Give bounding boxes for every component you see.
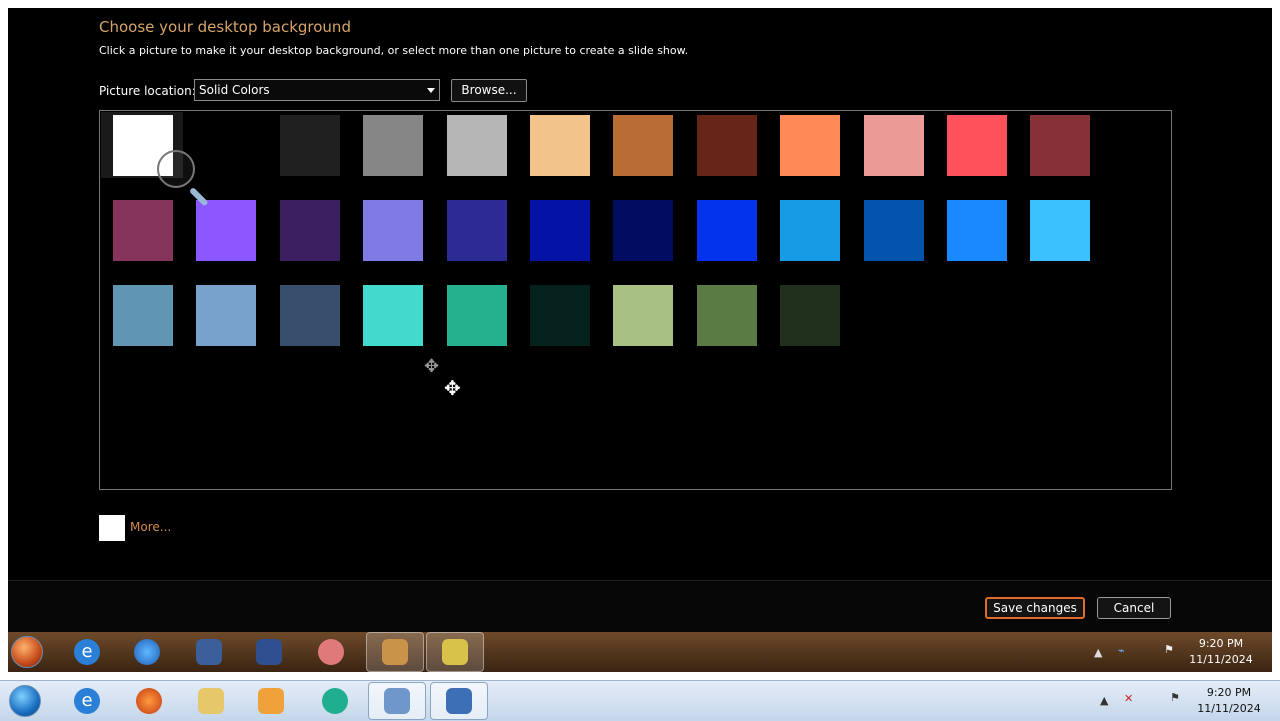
browser-icon[interactable] [130,635,164,669]
clock-date: 11/11/2024 [1189,653,1253,666]
start-orb-icon[interactable] [10,635,44,669]
network-icon[interactable]: ⌁ [1118,644,1125,657]
color-gallery [99,110,1172,490]
color-swatch[interactable] [113,200,173,261]
desktop-background-panel: Choose your desktop background Click a p… [8,8,1272,580]
display-settings-icon[interactable] [426,632,484,672]
more-color-swatch[interactable] [99,515,125,541]
cancel-button[interactable]: Cancel [1097,597,1171,619]
color-swatch[interactable] [279,200,340,261]
color-swatch[interactable] [363,200,424,261]
host-taskbar: e ▲ ✕ ⚑ 9:20 PM 11/11/2024 [0,680,1280,721]
picture-location-label: Picture location: [99,84,196,98]
move-cursor-icon: ✥ [424,356,440,377]
color-swatch[interactable] [613,115,674,176]
color-swatch[interactable] [696,200,757,261]
color-swatch[interactable] [780,285,841,346]
color-swatch[interactable] [780,115,841,176]
chat-icon[interactable] [318,684,352,718]
clock-time: 9:20 PM [1206,686,1252,699]
color-swatch[interactable] [613,285,674,346]
volume-muted-icon[interactable]: ✕ [1124,692,1133,705]
color-swatch[interactable] [696,285,757,346]
color-swatch[interactable] [530,285,590,346]
clock-time: 9:20 PM [1198,637,1244,650]
browser-icon[interactable] [132,684,166,718]
show-hidden-icons-icon[interactable]: ▲ [1100,694,1108,707]
color-swatch[interactable] [530,115,590,176]
remote-clock[interactable]: 9:20 PM 11/11/2024 [1184,636,1258,668]
start-orb-icon[interactable] [8,684,42,718]
taskbar-separator [0,672,1280,680]
flag-icon[interactable]: ⚑ [1170,691,1180,704]
personalization-window: Choose your desktop background Click a p… [8,8,1272,633]
media-player-icon[interactable] [254,684,288,718]
color-swatch[interactable] [446,115,507,176]
control-panel-icon[interactable] [368,682,426,720]
magnifier-cursor-icon [157,150,195,188]
internet-explorer-icon[interactable]: e [70,684,104,718]
remote-desktop-icon[interactable] [430,682,488,720]
flag-icon[interactable]: ⚑ [1164,643,1174,656]
color-swatch[interactable] [113,285,173,346]
host-clock[interactable]: 9:20 PM 11/11/2024 [1192,685,1266,717]
save-changes-button[interactable]: Save changes [985,597,1085,619]
move-cursor-icon: ✥ [444,376,461,400]
color-swatch[interactable] [863,115,924,176]
control-panel-icon[interactable] [366,632,424,672]
clock-date: 11/11/2024 [1197,702,1261,715]
file-explorer-icon[interactable] [192,635,226,669]
color-swatch[interactable] [196,285,257,346]
chevron-down-icon [427,88,435,93]
color-swatch[interactable] [1030,200,1091,261]
color-swatch[interactable] [446,200,507,261]
browse-button[interactable]: Browse... [451,79,527,102]
color-swatch[interactable] [196,200,257,261]
color-swatch[interactable] [446,285,507,346]
color-swatch[interactable] [780,200,841,261]
picture-location-value: Solid Colors [199,83,270,97]
page-subtitle: Click a picture to make it your desktop … [99,44,689,57]
internet-explorer-icon[interactable]: e [70,635,104,669]
color-swatch[interactable] [363,115,424,176]
more-colors-link[interactable]: More... [130,520,171,534]
color-swatch[interactable] [279,285,340,346]
remote-taskbar: e ▲ ⌁ ⚑ 9:20 PM 11/11/2024 [8,632,1272,672]
file-explorer-icon[interactable] [194,684,228,718]
color-swatch[interactable] [363,285,424,346]
page-title: Choose your desktop background [99,18,351,36]
dialog-footer: Save changes Cancel [8,580,1272,633]
color-swatch[interactable] [279,115,340,176]
color-swatch[interactable] [947,115,1007,176]
color-swatch[interactable] [863,200,924,261]
show-hidden-icons-icon[interactable]: ▲ [1094,646,1102,659]
color-swatch[interactable] [530,200,590,261]
color-swatch[interactable] [613,200,674,261]
chat-icon[interactable] [314,635,348,669]
picture-location-select[interactable]: Solid Colors [194,79,440,101]
color-swatch[interactable] [947,200,1007,261]
color-swatch[interactable] [196,115,257,176]
color-swatch[interactable] [1030,115,1091,176]
color-swatch[interactable] [696,115,757,176]
media-player-icon[interactable] [252,635,286,669]
